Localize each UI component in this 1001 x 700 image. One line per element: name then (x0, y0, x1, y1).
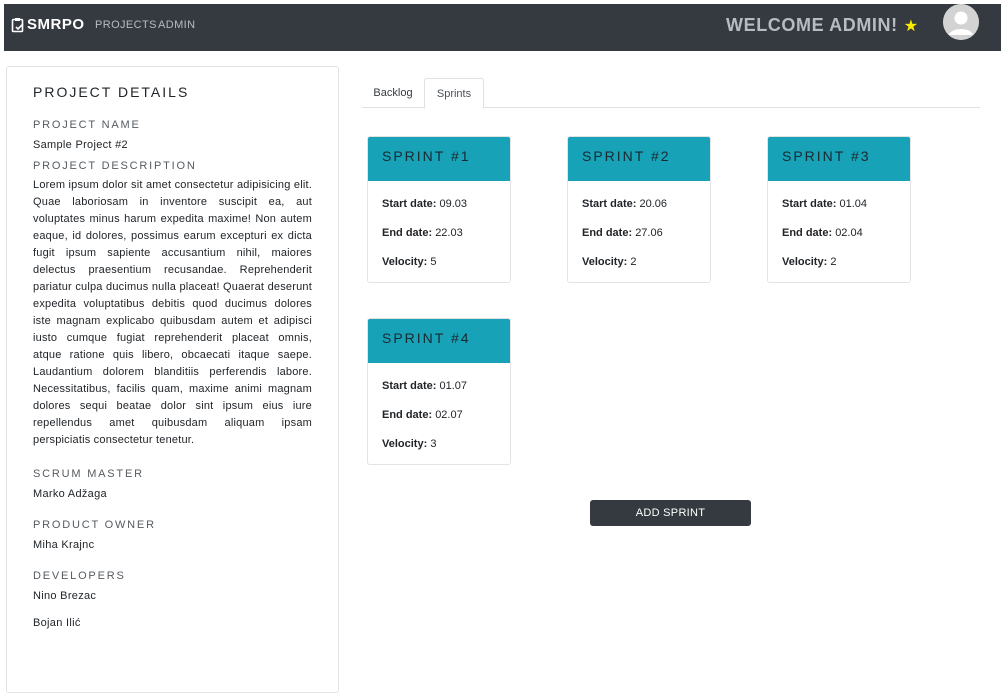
tab-sprints[interactable]: Sprints (424, 78, 484, 109)
sprint-title: SPRINT #4 (368, 319, 510, 363)
sprint-start-date: Start date: 09.03 (382, 198, 467, 210)
star-icon: ★ (903, 17, 919, 35)
product-owner-name: Miha Krajnc (33, 539, 95, 551)
developer-item: Bojan Ilić (33, 617, 81, 629)
brand-name: SMRPO (27, 16, 85, 33)
sprint-card[interactable]: SPRINT #2 Start date: 20.06 End date: 27… (567, 136, 711, 283)
sprint-start-date: Start date: 01.07 (382, 380, 467, 392)
avatar[interactable] (943, 4, 979, 40)
sprint-title: SPRINT #1 (368, 137, 510, 181)
sprint-start-date: Start date: 20.06 (582, 198, 667, 210)
sprint-title: SPRINT #3 (768, 137, 910, 181)
scrum-master-name: Marko Adžaga (33, 488, 107, 500)
user-icon (943, 4, 979, 40)
project-description: Lorem ipsum dolor sit amet consectetur a… (33, 179, 312, 446)
top-navbar: SMRPO PROJECTS ADMIN WELCOME ADMIN! ★ (4, 4, 1001, 51)
developers-label: DEVELOPERS (33, 570, 126, 582)
sprint-velocity: Velocity: 5 (382, 256, 437, 268)
nav-link-admin[interactable]: ADMIN (158, 19, 195, 31)
sprint-velocity: Velocity: 2 (782, 256, 837, 268)
sprint-title: SPRINT #2 (568, 137, 710, 181)
tab-backlog[interactable]: Backlog (362, 78, 424, 108)
scrum-master-label: SCRUM MASTER (33, 468, 144, 480)
brand-logo[interactable]: SMRPO (11, 16, 85, 33)
sprint-end-date: End date: 02.04 (782, 227, 863, 239)
project-details-panel: PROJECT DETAILS PROJECT NAME Sample Proj… (6, 66, 339, 693)
project-name: Sample Project #2 (33, 139, 128, 151)
sprint-card[interactable]: SPRINT #3 Start date: 01.04 End date: 02… (767, 136, 911, 283)
panel-title: PROJECT DETAILS (33, 84, 190, 100)
sprint-card[interactable]: SPRINT #4 Start date: 01.07 End date: 02… (367, 318, 511, 465)
project-name-label: PROJECT NAME (33, 119, 141, 131)
tab-bar: Backlog Sprints (362, 78, 980, 109)
project-description-label: PROJECT DESCRIPTION (33, 160, 197, 172)
welcome-message: WELCOME ADMIN! ★ (726, 15, 919, 36)
sprint-velocity: Velocity: 3 (382, 438, 437, 450)
sprint-end-date: End date: 22.03 (382, 227, 463, 239)
sprint-end-date: End date: 02.07 (382, 409, 463, 421)
developer-item: Nino Brezac (33, 590, 97, 602)
add-sprint-button[interactable]: ADD SPRINT (590, 500, 751, 526)
sprint-end-date: End date: 27.06 (582, 227, 663, 239)
clipboard-check-icon (11, 17, 24, 32)
welcome-text: WELCOME ADMIN! (726, 15, 898, 35)
sprint-velocity: Velocity: 2 (582, 256, 637, 268)
product-owner-label: PRODUCT OWNER (33, 519, 156, 531)
sprint-start-date: Start date: 01.04 (782, 198, 867, 210)
nav-link-projects[interactable]: PROJECTS (95, 19, 157, 31)
sprint-card[interactable]: SPRINT #1 Start date: 09.03 End date: 22… (367, 136, 511, 283)
